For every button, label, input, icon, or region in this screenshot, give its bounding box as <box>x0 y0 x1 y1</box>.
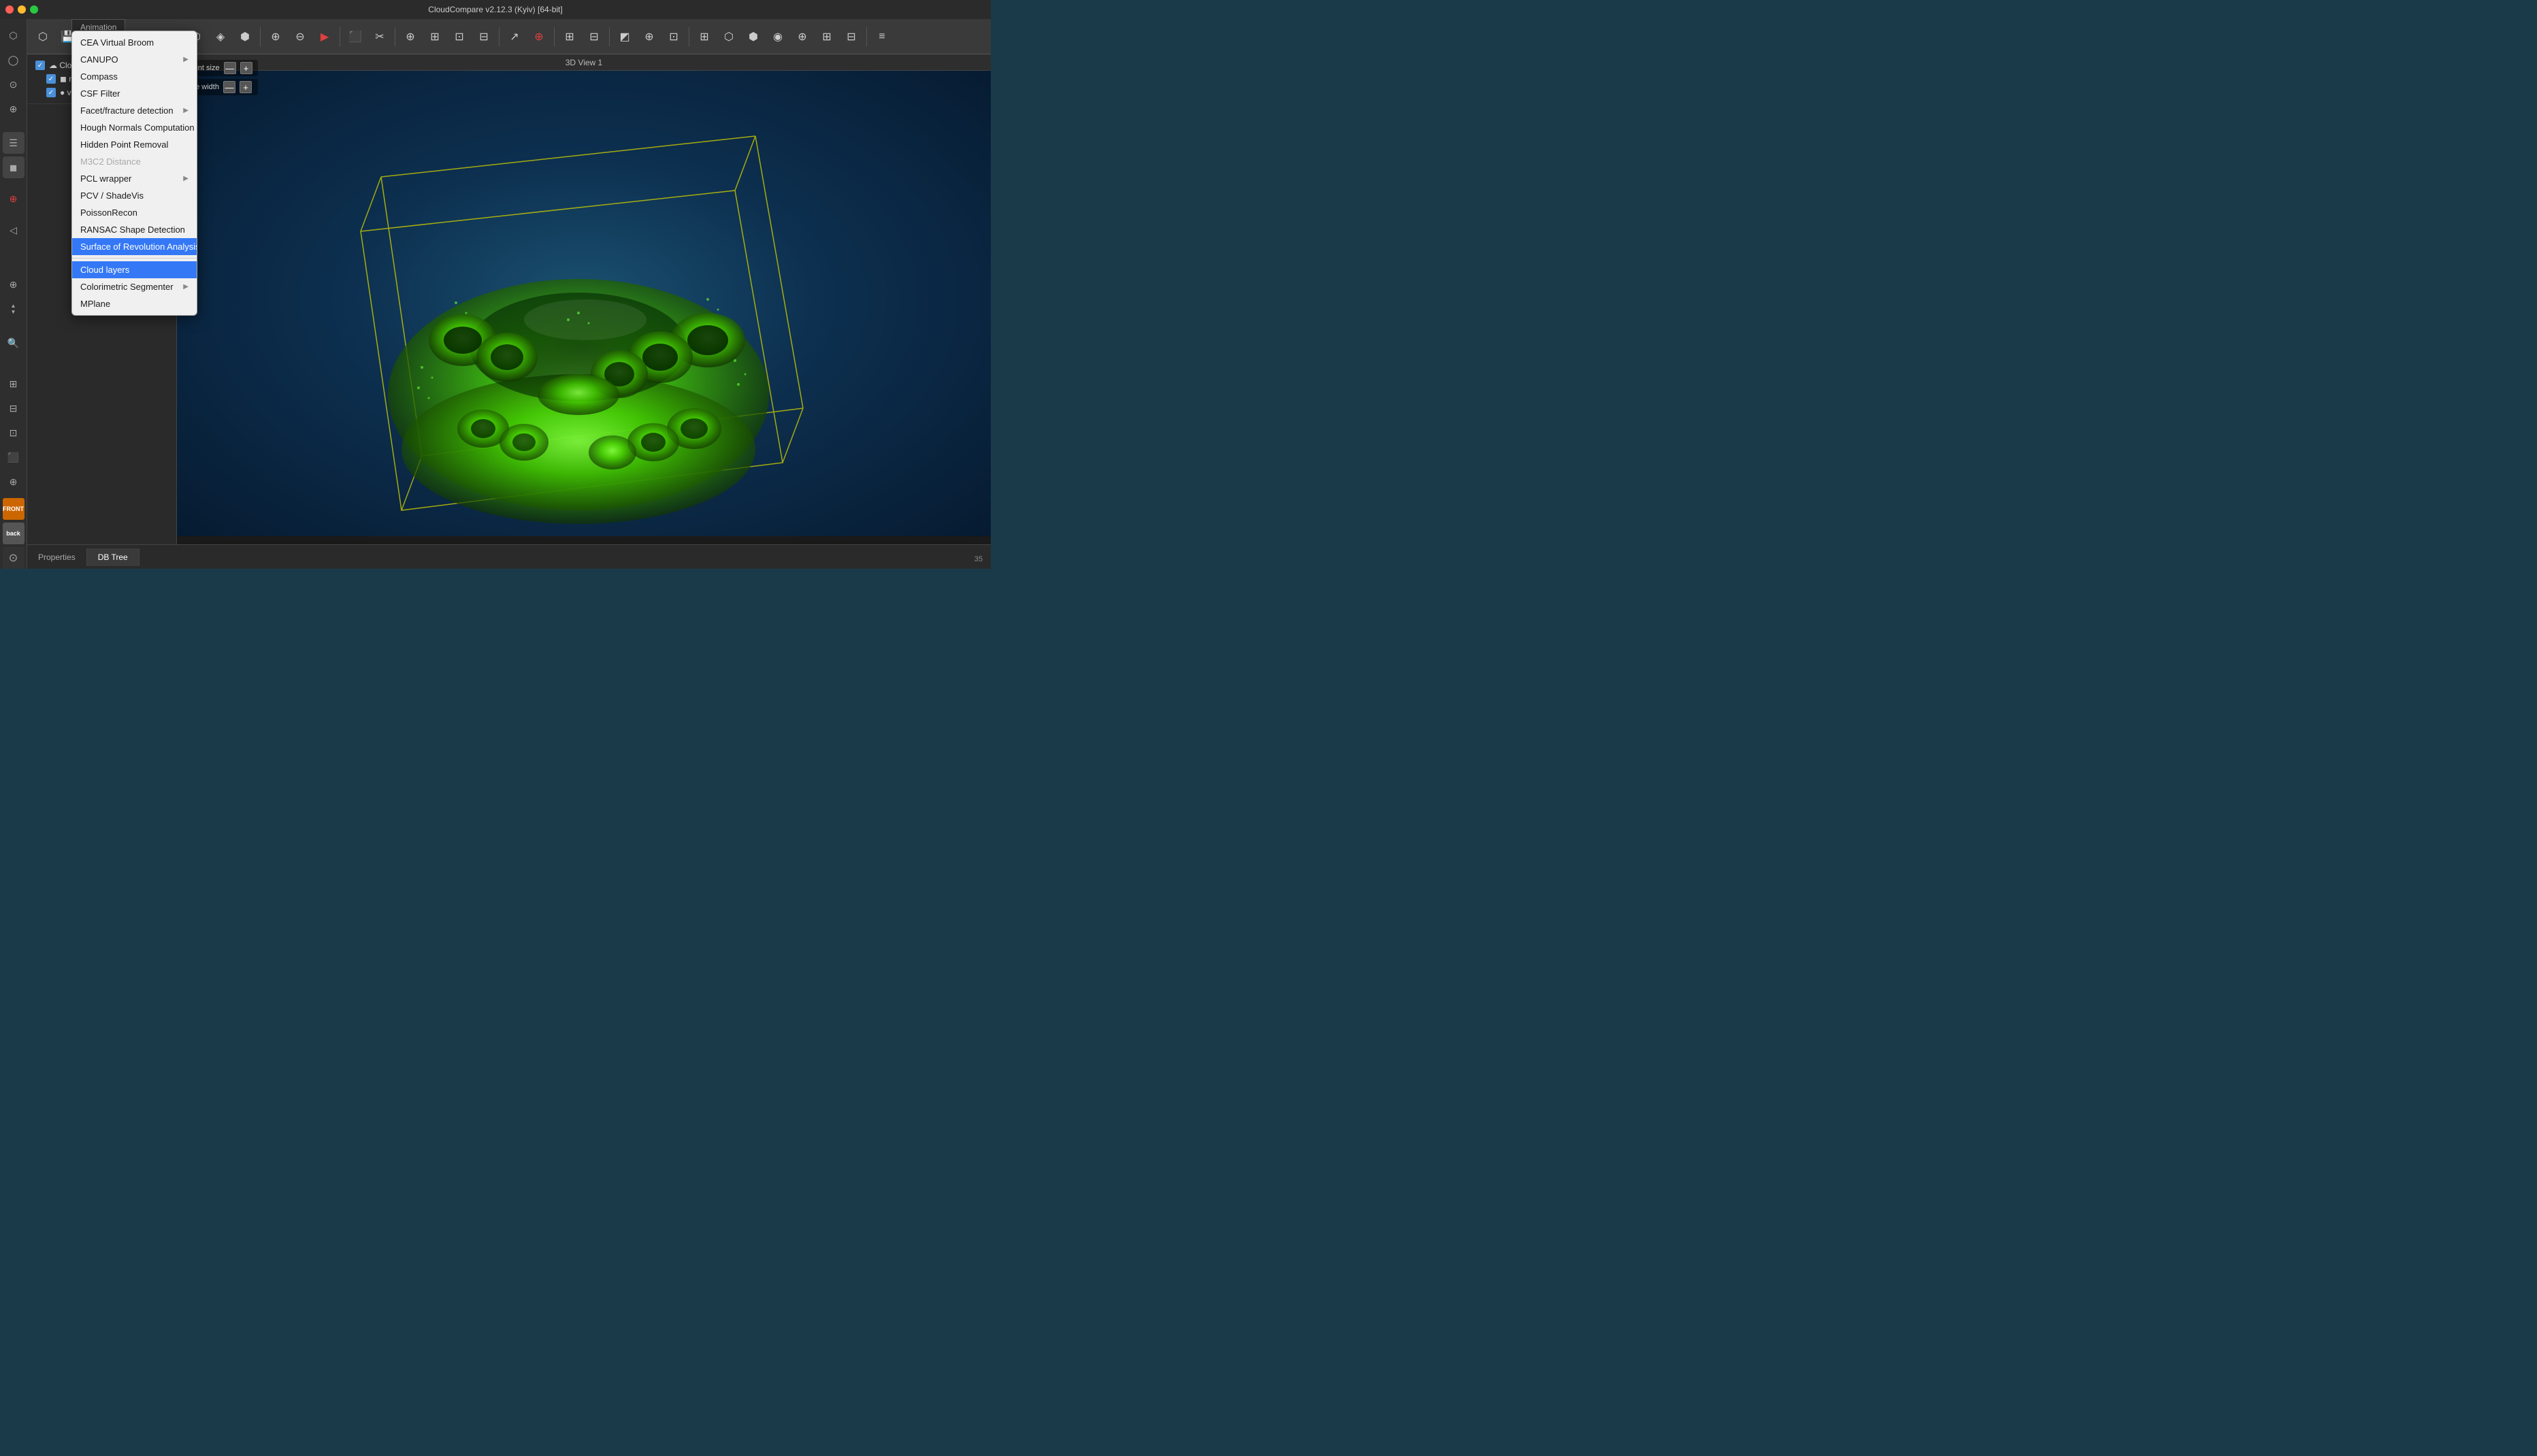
menu-item-ransac[interactable]: RANSAC Shape Detection <box>72 221 197 238</box>
menu-item-mplane[interactable]: MPlane <box>72 295 197 312</box>
dropdown-overlay[interactable]: Animation CEA Virtual Broom CANUPO ▶ Com… <box>0 0 991 569</box>
menu-item-csf[interactable]: CSF Filter <box>72 85 197 102</box>
menu-item-surface[interactable]: Surface of Revolution Analysis ▶ <box>72 238 197 255</box>
colorimetric-arrow: ▶ <box>183 283 189 291</box>
menu-item-cloud-layers[interactable]: Cloud layers <box>72 261 197 278</box>
canupo-arrow: ▶ <box>183 56 189 63</box>
menu-item-hough[interactable]: Hough Normals Computation <box>72 119 197 136</box>
menu-item-m3c2[interactable]: M3C2 Distance <box>72 153 197 170</box>
menu-sep-1 <box>72 258 197 259</box>
menu-item-pcv[interactable]: PCV / ShadeVis <box>72 187 197 204</box>
menu-item-compass[interactable]: Compass <box>72 68 197 85</box>
menu-item-poisson[interactable]: PoissonRecon <box>72 204 197 221</box>
menu-item-cea[interactable]: CEA Virtual Broom <box>72 34 197 51</box>
menu-item-canupo[interactable]: CANUPO ▶ <box>72 51 197 68</box>
facet-arrow: ▶ <box>183 107 189 114</box>
menu-item-pcl[interactable]: PCL wrapper ▶ <box>72 170 197 187</box>
menu-item-colorimetric[interactable]: Colorimetric Segmenter ▶ <box>72 278 197 295</box>
menu-item-hidden[interactable]: Hidden Point Removal <box>72 136 197 153</box>
main-menu: CEA Virtual Broom CANUPO ▶ Compass CSF F… <box>71 31 197 316</box>
pcl-arrow: ▶ <box>183 175 189 182</box>
menu-item-facet[interactable]: Facet/fracture detection ▶ <box>72 102 197 119</box>
